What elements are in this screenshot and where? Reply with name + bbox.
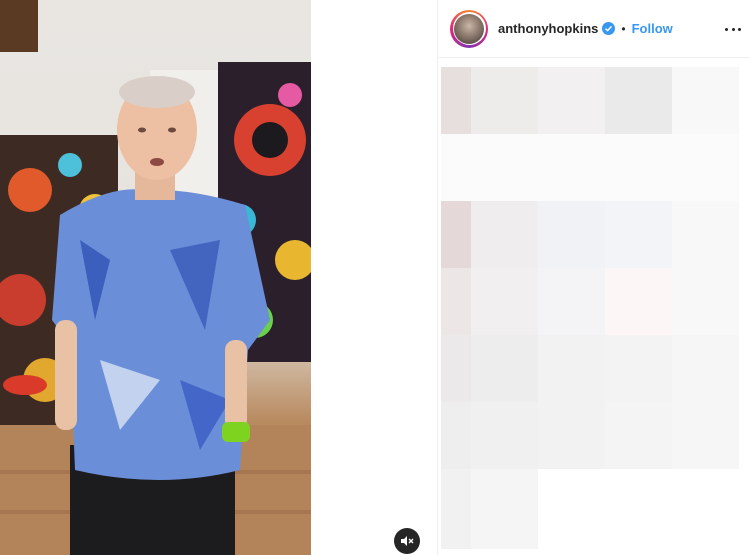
verified-badge-icon	[602, 22, 616, 35]
video-frame	[0, 0, 311, 555]
post-header: anthonyhopkins • Follow	[438, 0, 750, 58]
post-video[interactable]	[0, 0, 311, 555]
checkmark-icon	[605, 25, 613, 32]
post-side-panel: anthonyhopkins • Follow	[437, 0, 750, 555]
mute-button[interactable]	[394, 528, 420, 554]
avatar-image	[454, 13, 484, 44]
media-pane	[0, 0, 437, 555]
avatar[interactable]	[450, 9, 488, 48]
username-link[interactable]: anthonyhopkins	[498, 21, 598, 36]
speaker-muted-icon	[401, 536, 414, 546]
follow-button[interactable]: Follow	[632, 21, 673, 36]
separator-dot: •	[621, 21, 626, 36]
more-options-icon[interactable]	[725, 22, 741, 36]
avatar-frame	[452, 12, 486, 45]
